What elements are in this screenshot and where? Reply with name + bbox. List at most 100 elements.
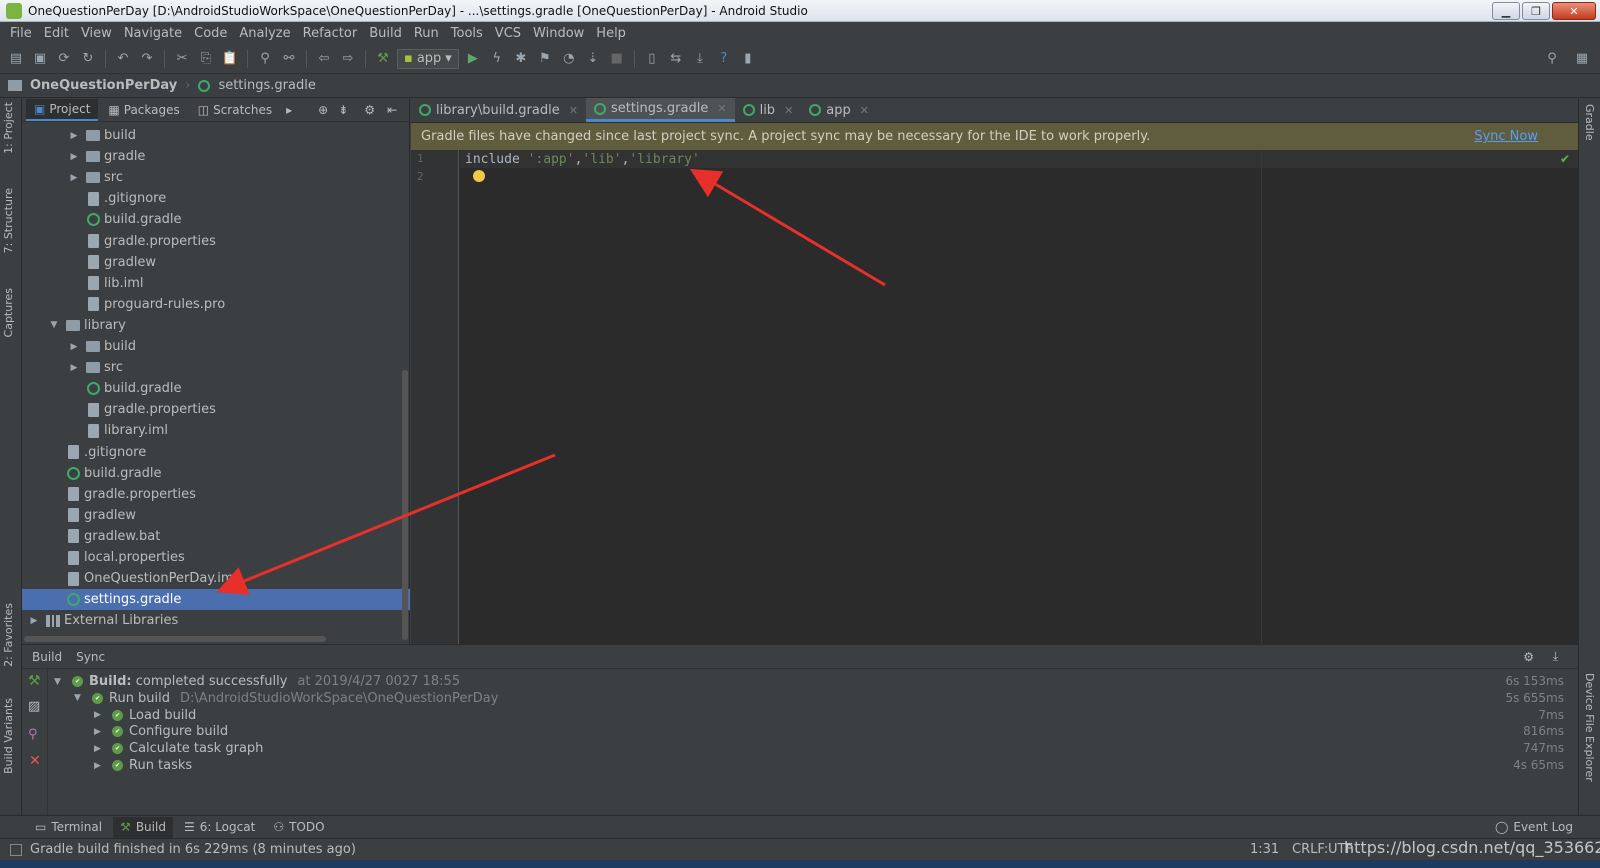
- expand-arrow-icon[interactable]: ▶: [68, 363, 80, 373]
- line-separator[interactable]: CRLF:: [1292, 842, 1328, 857]
- menu-vcs[interactable]: VCS: [489, 26, 527, 41]
- help-icon[interactable]: ?: [714, 49, 734, 69]
- tree-item[interactable]: ▼ library: [22, 315, 410, 336]
- expand-arrow-icon[interactable]: ▶: [28, 616, 40, 626]
- project-vertical-scrollbar[interactable]: [402, 370, 408, 640]
- tree-item[interactable]: ▶ build: [22, 125, 410, 146]
- user-icon[interactable]: ▦: [1572, 49, 1592, 69]
- caret-position[interactable]: 1:31: [1250, 842, 1279, 857]
- hammer-icon[interactable]: ⚒: [28, 673, 41, 689]
- menu-analyze[interactable]: Analyze: [233, 26, 296, 41]
- tool-tab-event-log[interactable]: ◯ Event Log: [1488, 817, 1580, 838]
- tab-packages[interactable]: ▦ Packages: [100, 99, 187, 121]
- build-tree-row[interactable]: ▶ ✔ Calculate task graph: [94, 740, 263, 757]
- run-icon[interactable]: ▶: [463, 49, 483, 69]
- build-tree-row[interactable]: ▼ ✔ Run build D:\AndroidStudioWorkSpace\One…: [74, 690, 498, 707]
- more-tabs-icon[interactable]: ▸: [286, 103, 292, 117]
- menu-help[interactable]: Help: [590, 26, 632, 41]
- code-line-1[interactable]: include ':app','lib','library': [465, 152, 700, 167]
- run-configuration-select[interactable]: ▪ app ▾: [397, 48, 459, 69]
- undo-icon[interactable]: ↶: [113, 49, 133, 69]
- settings-gear-icon[interactable]: ⚙: [1523, 650, 1534, 664]
- refresh-icon[interactable]: ↻: [78, 49, 98, 69]
- menu-build[interactable]: Build: [363, 26, 408, 41]
- tool-tab-gradle[interactable]: Gradle: [1583, 104, 1596, 141]
- menu-view[interactable]: View: [75, 26, 118, 41]
- editor-tab-lib[interactable]: lib ✕: [735, 98, 802, 122]
- tab-scratches[interactable]: ◫ Scratches: [190, 99, 280, 121]
- tree-item[interactable]: .gitignore: [22, 188, 410, 209]
- project-horizontal-scrollbar[interactable]: [24, 636, 326, 642]
- save-all-icon[interactable]: ▣: [30, 49, 50, 69]
- expand-arrow-icon[interactable]: ▶: [94, 744, 112, 754]
- tab-project[interactable]: ▣ Project: [26, 98, 99, 121]
- tool-tab-terminal[interactable]: ▭ Terminal: [28, 817, 109, 838]
- tree-item[interactable]: gradle.properties: [22, 231, 410, 252]
- expand-arrow-icon[interactable]: ▶: [68, 173, 80, 183]
- attach-debugger-icon[interactable]: ⇣: [583, 49, 603, 69]
- sdk-manager-icon[interactable]: ⤓: [690, 49, 710, 69]
- paste-icon[interactable]: 📋: [220, 49, 240, 69]
- tree-item[interactable]: lib.iml: [22, 273, 410, 294]
- tree-item[interactable]: gradlew.bat: [22, 526, 410, 547]
- tool-tab-project[interactable]: 1: Project: [2, 102, 15, 154]
- editor-tab-settings-gradle[interactable]: settings.gradle ✕: [585, 98, 735, 122]
- tree-item[interactable]: build.gradle: [22, 209, 410, 230]
- close-tab-icon[interactable]: ✕: [860, 104, 869, 117]
- find-icon[interactable]: ⚲: [255, 49, 275, 69]
- collapse-arrow-icon[interactable]: ▼: [48, 320, 60, 330]
- expand-arrow-icon[interactable]: ▶: [94, 710, 112, 720]
- settings-gear-icon[interactable]: ⚙: [364, 103, 375, 117]
- intention-bulb-icon[interactable]: [473, 170, 485, 182]
- build-tree-row[interactable]: ▼ ✔ Build: completed successfully at 2019/4…: [54, 673, 460, 690]
- expand-arrow-icon[interactable]: ▶: [94, 727, 112, 737]
- tab-sync[interactable]: Sync: [76, 650, 105, 664]
- pin-icon[interactable]: ⚲: [28, 727, 38, 742]
- toggle-view-icon[interactable]: ▨: [28, 699, 40, 714]
- collapse-all-icon[interactable]: ⇟: [338, 103, 348, 117]
- tool-tab-structure[interactable]: 7: Structure: [2, 188, 15, 253]
- replace-icon[interactable]: ⚯: [279, 49, 299, 69]
- close-tab-icon[interactable]: ✕: [784, 104, 793, 117]
- expand-arrow-icon[interactable]: ▶: [68, 131, 80, 141]
- status-toggle-icon[interactable]: [10, 843, 22, 856]
- collapse-arrow-icon[interactable]: ▼: [74, 693, 92, 703]
- menu-file[interactable]: File: [4, 26, 38, 41]
- tree-item[interactable]: gradlew: [22, 505, 410, 526]
- menu-refactor[interactable]: Refactor: [297, 26, 364, 41]
- tree-item[interactable]: ▶ src: [22, 357, 410, 378]
- breadcrumb-file[interactable]: settings.gradle: [218, 78, 315, 93]
- menu-navigate[interactable]: Navigate: [118, 26, 188, 41]
- tree-item[interactable]: gradle.properties: [22, 484, 410, 505]
- tree-item[interactable]: settings.gradle: [22, 589, 410, 611]
- build-tree-row[interactable]: ▶ ✔ Configure build: [94, 723, 228, 740]
- redo-icon[interactable]: ↷: [137, 49, 157, 69]
- breadcrumb-project[interactable]: OneQuestionPerDay: [30, 78, 177, 93]
- build-tree-row[interactable]: ▶ ✔ Load build: [94, 707, 196, 724]
- scroll-from-source-icon[interactable]: ⊕: [318, 103, 328, 117]
- collapse-arrow-icon[interactable]: ▼: [54, 677, 72, 687]
- open-folder-icon[interactable]: ▤: [6, 49, 26, 69]
- editor-tab-library-build-gradle[interactable]: library\build.gradle ✕: [411, 98, 586, 122]
- apply-changes-icon[interactable]: ϟ: [487, 49, 507, 69]
- tree-item[interactable]: build.gradle: [22, 378, 410, 399]
- tool-tab-captures[interactable]: Captures: [2, 288, 15, 337]
- editor-tab-app[interactable]: app ✕: [801, 98, 877, 122]
- profile-icon[interactable]: ◔: [559, 49, 579, 69]
- avd-manager-icon[interactable]: ▯: [642, 49, 662, 69]
- build-tree-row[interactable]: ▶ ✔ Run tasks: [94, 757, 192, 774]
- minimize-button[interactable]: ▁: [1492, 2, 1520, 20]
- tree-item[interactable]: ▶ src: [22, 167, 410, 188]
- tool-tab-favorites[interactable]: 2: Favorites: [2, 603, 15, 667]
- tree-item[interactable]: library.iml: [22, 420, 410, 441]
- device-manager-icon[interactable]: ▮: [738, 49, 758, 69]
- hide-panel-icon[interactable]: ⇤: [387, 103, 397, 117]
- tree-item[interactable]: gradlew: [22, 252, 410, 273]
- tree-item[interactable]: ▶ build: [22, 336, 410, 357]
- tree-item[interactable]: gradle.properties: [22, 399, 410, 420]
- tool-tab-build-variants[interactable]: Build Variants: [2, 698, 15, 774]
- search-icon[interactable]: ⚲: [1542, 49, 1562, 69]
- coverage-icon[interactable]: ⚑: [535, 49, 555, 69]
- sync-gradle-icon[interactable]: ⇆: [666, 49, 686, 69]
- stop-icon[interactable]: ■: [607, 49, 627, 69]
